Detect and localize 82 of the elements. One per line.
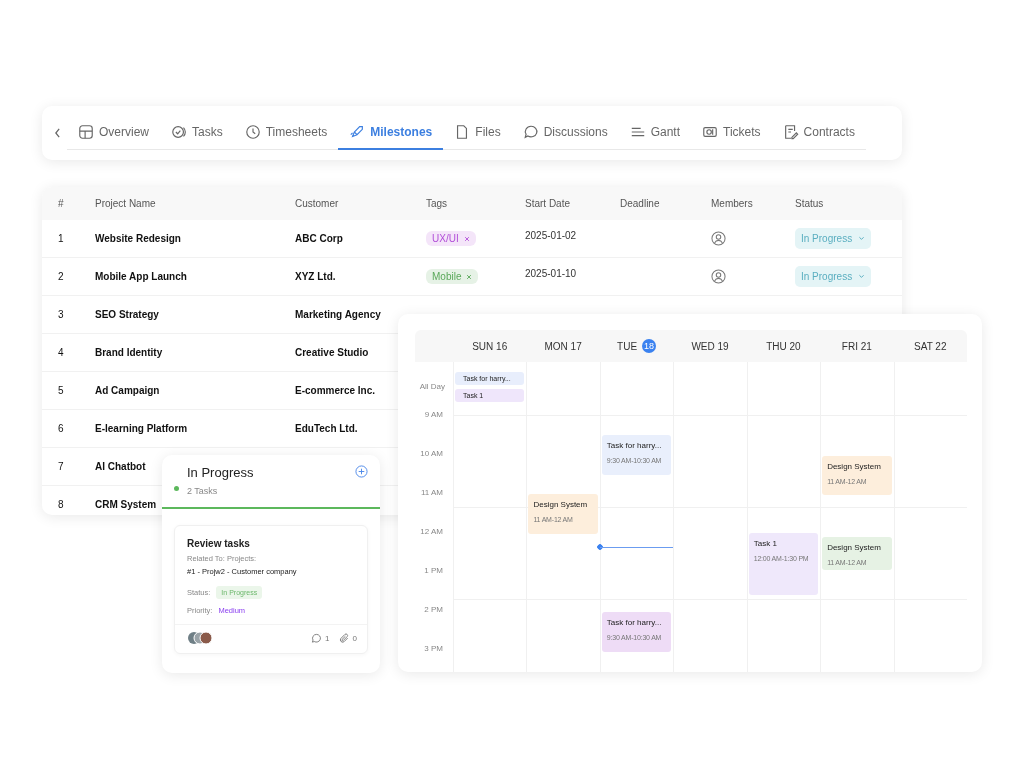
day-header: THU 20 xyxy=(766,340,801,352)
table-cell: Creative Studio xyxy=(295,347,369,358)
table-cell-text: 7 xyxy=(58,461,65,472)
close-icon[interactable] xyxy=(463,235,470,242)
time-label: 10 AM xyxy=(420,449,443,458)
tab[interactable]: Gantt xyxy=(618,120,692,150)
tab[interactable]: Tasks xyxy=(160,120,234,150)
tab[interactable]: Overview xyxy=(67,120,160,150)
attachment-count: 0 xyxy=(352,633,357,643)
user-icon xyxy=(711,231,726,246)
table-cell-text: Mobile App Launch xyxy=(95,271,188,282)
table-cell-text: 6 xyxy=(58,423,65,434)
table-cell-text: 4 xyxy=(58,347,65,358)
time-label: 12 AM xyxy=(420,527,443,536)
time-label: 9 AM xyxy=(424,410,443,419)
table-cell-text: 8 xyxy=(58,499,65,510)
table-cell-text: Brand Identity xyxy=(95,347,164,358)
time-label: 11 AM xyxy=(420,488,443,497)
table-cell-text: E-learning Platform xyxy=(95,423,189,434)
chevron-left-icon[interactable] xyxy=(54,128,61,138)
tab[interactable]: Files xyxy=(443,120,512,150)
column-header: Members xyxy=(711,198,754,209)
table-cell-text: 2 xyxy=(58,271,65,282)
day-header: SUN 16 xyxy=(472,340,508,352)
table-cell: 2025-01-10 xyxy=(525,268,577,279)
column-header: Tags xyxy=(426,198,449,209)
column-header: Customer xyxy=(295,198,340,209)
task-title: Review tasks xyxy=(187,538,250,549)
table-cell: EduTech Ltd. xyxy=(295,423,358,434)
day-header: WED 19 xyxy=(691,340,729,352)
check-circle-icon xyxy=(171,124,187,140)
table-cell-text: Ad Campaign xyxy=(95,385,161,396)
column-header: Start Date xyxy=(525,198,572,209)
table-cell: Marketing Agency xyxy=(295,309,381,320)
tab[interactable]: Timesheets xyxy=(233,120,339,150)
chevron-down-icon xyxy=(858,236,866,241)
paperclip-icon xyxy=(338,632,350,644)
tab[interactable]: Milestones xyxy=(338,120,444,150)
table-cell-text: 3 xyxy=(58,309,65,320)
table-cell-text: AI Chatbot xyxy=(95,461,147,472)
add-icon[interactable] xyxy=(355,465,368,478)
column-header: # xyxy=(58,198,65,209)
tab[interactable]: Discussions xyxy=(511,120,619,150)
chevron-down-icon xyxy=(858,274,866,279)
avatar-group xyxy=(187,631,213,645)
edit-document-icon xyxy=(782,124,799,140)
speech-bubble-icon xyxy=(522,124,539,140)
table-cell-text: SEO Strategy xyxy=(95,309,160,320)
column-header: Project Name xyxy=(95,198,157,209)
clock-icon xyxy=(244,124,261,140)
table-cell-text: 1 xyxy=(58,233,65,244)
tag: Mobile xyxy=(426,269,479,284)
comment-count: 1 xyxy=(325,633,330,643)
column-header: Status xyxy=(795,198,825,209)
table-cell-text: CRM System xyxy=(95,499,158,510)
comment-icon xyxy=(311,632,323,644)
task-count: 2 Tasks xyxy=(187,486,219,496)
table-cell: E-commerce Inc. xyxy=(295,385,376,396)
column-title: In Progress xyxy=(187,465,255,480)
rocket-icon xyxy=(349,124,366,140)
ticket-icon xyxy=(702,124,719,140)
day-header: MON 17 xyxy=(544,340,582,352)
day-header: FRI 21 xyxy=(841,340,872,352)
table-cell-text: Website Redesign xyxy=(95,233,182,244)
time-label: 1 PM xyxy=(424,566,443,575)
date-badge: 18 xyxy=(642,339,657,353)
tab[interactable]: Tickets xyxy=(691,120,772,150)
time-label: All Day xyxy=(419,382,445,391)
day-header: TUE xyxy=(617,340,638,352)
time-label: 3 PM xyxy=(424,644,443,653)
time-label: 2 PM xyxy=(424,605,443,614)
table-cell: XYZ Ltd. xyxy=(295,271,336,282)
column-header: Deadline xyxy=(620,198,661,209)
table-cell: 2025-01-02 xyxy=(525,230,577,241)
grid-icon xyxy=(78,124,94,140)
tag: UX/UI xyxy=(426,231,476,246)
close-icon[interactable] xyxy=(466,273,473,280)
table-cell-text: 5 xyxy=(58,385,65,396)
tab[interactable]: Contracts xyxy=(771,120,866,150)
table-cell: ABC Corp xyxy=(295,233,343,244)
user-icon xyxy=(711,269,726,284)
day-header: SAT 22 xyxy=(914,340,947,352)
